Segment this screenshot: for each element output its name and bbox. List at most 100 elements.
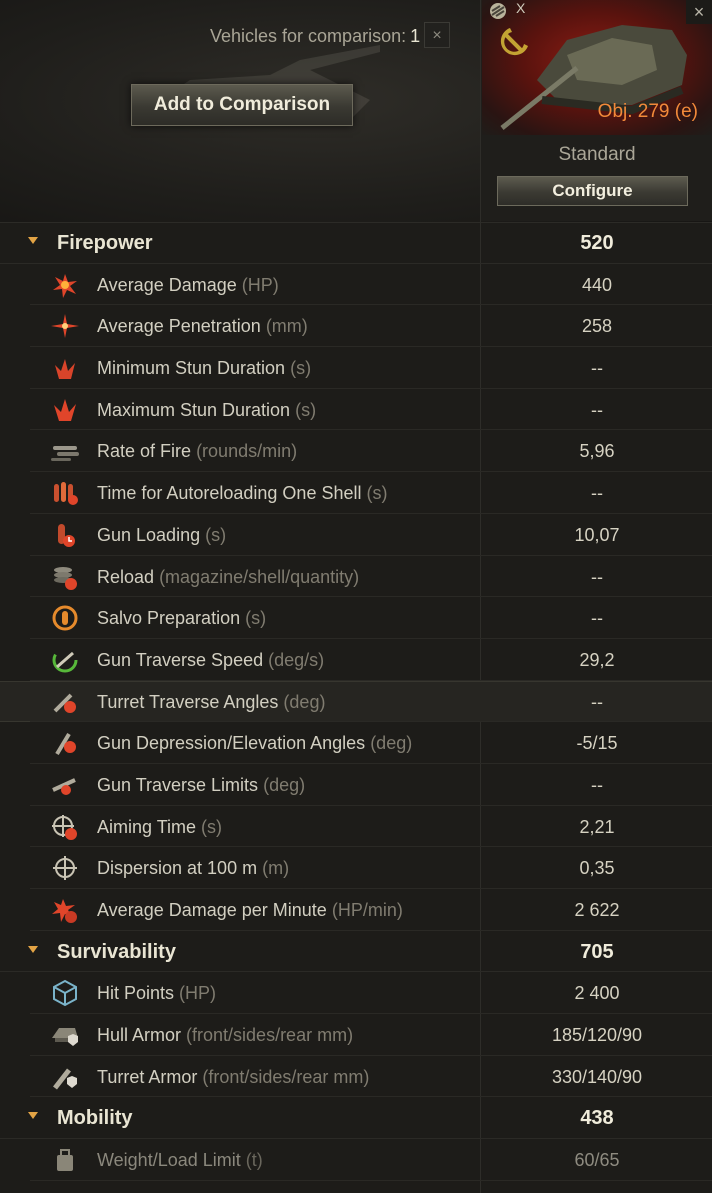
- stat-name: Gun Depression/Elevation Angles: [97, 733, 366, 754]
- stat-label: Gun Loading (s): [97, 525, 226, 546]
- stat-name: Average Damage per Minute: [97, 900, 327, 920]
- stat-name: Salvo Preparation: [97, 608, 241, 629]
- remove-vehicle-button[interactable]: ×: [686, 0, 712, 24]
- autoreload-icon: [54, 482, 78, 506]
- stat-row: Average Damage per Minute (HP/min) 2 622: [0, 889, 712, 931]
- stat-row: Time for Autoreloading One Shell (s) --: [0, 472, 712, 514]
- stat-value: 440: [581, 274, 613, 295]
- stat-row: Gun Loading (s) 10,07: [0, 514, 712, 556]
- stat-unit: (s): [295, 399, 317, 420]
- hull-armor-icon: [52, 1028, 78, 1047]
- stat-unit: (deg/s): [268, 649, 325, 670]
- section-title: Firepower: [57, 232, 153, 254]
- stat-value: 2,21: [579, 816, 615, 837]
- stat-unit: (s): [366, 483, 388, 504]
- gun-elevation-icon: [55, 733, 76, 756]
- stats-table: Firepower 520 Average Damage (HP) 440 Av…: [0, 222, 712, 1181]
- stat-name: Gun Traverse Speed: [97, 649, 264, 670]
- dpm-icon: [52, 899, 77, 923]
- stat-row: Average Damage (HP) 440: [0, 264, 712, 306]
- stat-unit: (t): [245, 1150, 263, 1171]
- stat-name: Gun Traverse Limits: [97, 774, 259, 795]
- stat-name: Hit Points: [97, 983, 175, 1004]
- stat-row: Gun Traverse Speed (deg/s) 29,2: [0, 639, 712, 681]
- stat-unit: (HP): [241, 274, 279, 295]
- stat-unit: (mm): [265, 316, 308, 337]
- stat-row: Salvo Preparation (s) --: [0, 597, 712, 639]
- stat-name: Maximum Stun Duration: [97, 399, 291, 420]
- section-score: 438: [580, 1107, 614, 1130]
- stat-row: Dispersion at 100 m (m) 0,35: [0, 847, 712, 889]
- stat-name: Time for Autoreloading One Shell: [97, 483, 362, 504]
- stat-name: Reload: [97, 566, 155, 587]
- gun-traverse-speed-icon: [52, 647, 78, 673]
- stat-unit: (rounds/min): [196, 441, 298, 462]
- section-title: Mobility: [57, 1107, 133, 1130]
- gun-traverse-limits-icon: [52, 778, 76, 795]
- stat-unit: (deg): [283, 691, 326, 712]
- section-firepower[interactable]: Firepower 520: [0, 222, 712, 264]
- stat-value: --: [591, 358, 603, 379]
- stat-name: Average Damage: [97, 274, 237, 295]
- salvo-icon: [52, 605, 78, 631]
- stat-value: 29,2: [579, 649, 615, 670]
- gun-loading-icon: [58, 523, 75, 547]
- stat-unit: (HP/min): [331, 900, 403, 920]
- stat-row: Minimum Stun Duration (s) --: [0, 347, 712, 389]
- stat-row: Turret Armor (front/sides/rear mm) 330/1…: [0, 1056, 712, 1098]
- chevron-down-icon: [28, 1112, 38, 1120]
- stat-value: 258: [581, 316, 613, 337]
- stat-row: Turret Traverse Angles (deg) --: [0, 680, 712, 723]
- stat-name: Rate of Fire: [97, 441, 192, 462]
- stat-unit: (s): [205, 524, 227, 545]
- turret-armor-icon: [53, 1068, 77, 1090]
- chevron-down-icon: [28, 237, 38, 244]
- equipment-badge: X: [516, 0, 526, 16]
- stat-value: --: [591, 566, 603, 587]
- vehicle-card[interactable]: Obj. 279 (e): [482, 0, 712, 135]
- vehicle-name: Obj. 279 (e): [597, 101, 698, 122]
- stat-unit: (front/sides/rear mm): [186, 1025, 354, 1046]
- stat-name: Aiming Time: [97, 816, 197, 837]
- stat-unit: (magazine/shell/quantity): [159, 566, 360, 587]
- add-to-comparison-button[interactable]: Add to Comparison: [131, 84, 353, 126]
- stun-max-icon: [54, 398, 76, 421]
- stat-value: --: [591, 774, 603, 795]
- stat-value: --: [591, 399, 603, 420]
- dispersion-icon: [53, 856, 77, 881]
- stat-label: Hit Points (HP): [97, 983, 216, 1004]
- damage-icon: [53, 273, 77, 298]
- aiming-time-icon: [52, 814, 77, 840]
- stat-label: Gun Depression/Elevation Angles (deg): [97, 733, 412, 754]
- stat-label: Reload (magazine/shell/quantity): [97, 567, 359, 588]
- stat-value: 60/65: [574, 1150, 620, 1171]
- stat-label: Rate of Fire (rounds/min): [97, 441, 297, 462]
- stat-value: 5,96: [579, 441, 615, 462]
- stat-name: Gun Loading: [97, 524, 201, 545]
- rate-of-fire-icon: [51, 446, 79, 462]
- stat-value: --: [591, 608, 603, 629]
- stat-value: 0,35: [579, 858, 615, 879]
- stat-label: Maximum Stun Duration (s): [97, 400, 316, 421]
- stun-min-icon: [55, 359, 75, 380]
- stat-row: Hull Armor (front/sides/rear mm) 185/120…: [0, 1014, 712, 1056]
- clear-comparison-button[interactable]: ×: [424, 22, 450, 48]
- stat-value: 185/120/90: [551, 1025, 643, 1046]
- comparison-count-value: 1: [410, 26, 421, 46]
- stat-label: Weight/Load Limit (t): [97, 1150, 263, 1171]
- stat-value: 330/140/90: [551, 1066, 643, 1087]
- section-mobility[interactable]: Mobility 438: [0, 1097, 712, 1140]
- stat-name: Turret Armor: [97, 1066, 198, 1087]
- configure-button[interactable]: Configure: [497, 176, 688, 206]
- stat-label: Salvo Preparation (s): [97, 608, 266, 629]
- stat-name: Dispersion at 100 m: [97, 858, 258, 879]
- section-survivability[interactable]: Survivability 705: [0, 931, 712, 973]
- stat-value: 2 400: [574, 983, 620, 1004]
- stat-unit: (deg): [263, 774, 306, 795]
- stat-label: Turret Armor (front/sides/rear mm): [97, 1067, 369, 1088]
- stat-row: Aiming Time (s) 2,21: [0, 806, 712, 848]
- section-title: Survivability: [57, 940, 176, 963]
- stat-name: Weight/Load Limit: [97, 1150, 241, 1171]
- stat-label: Gun Traverse Speed (deg/s): [97, 650, 324, 671]
- stat-unit: (s): [290, 358, 312, 379]
